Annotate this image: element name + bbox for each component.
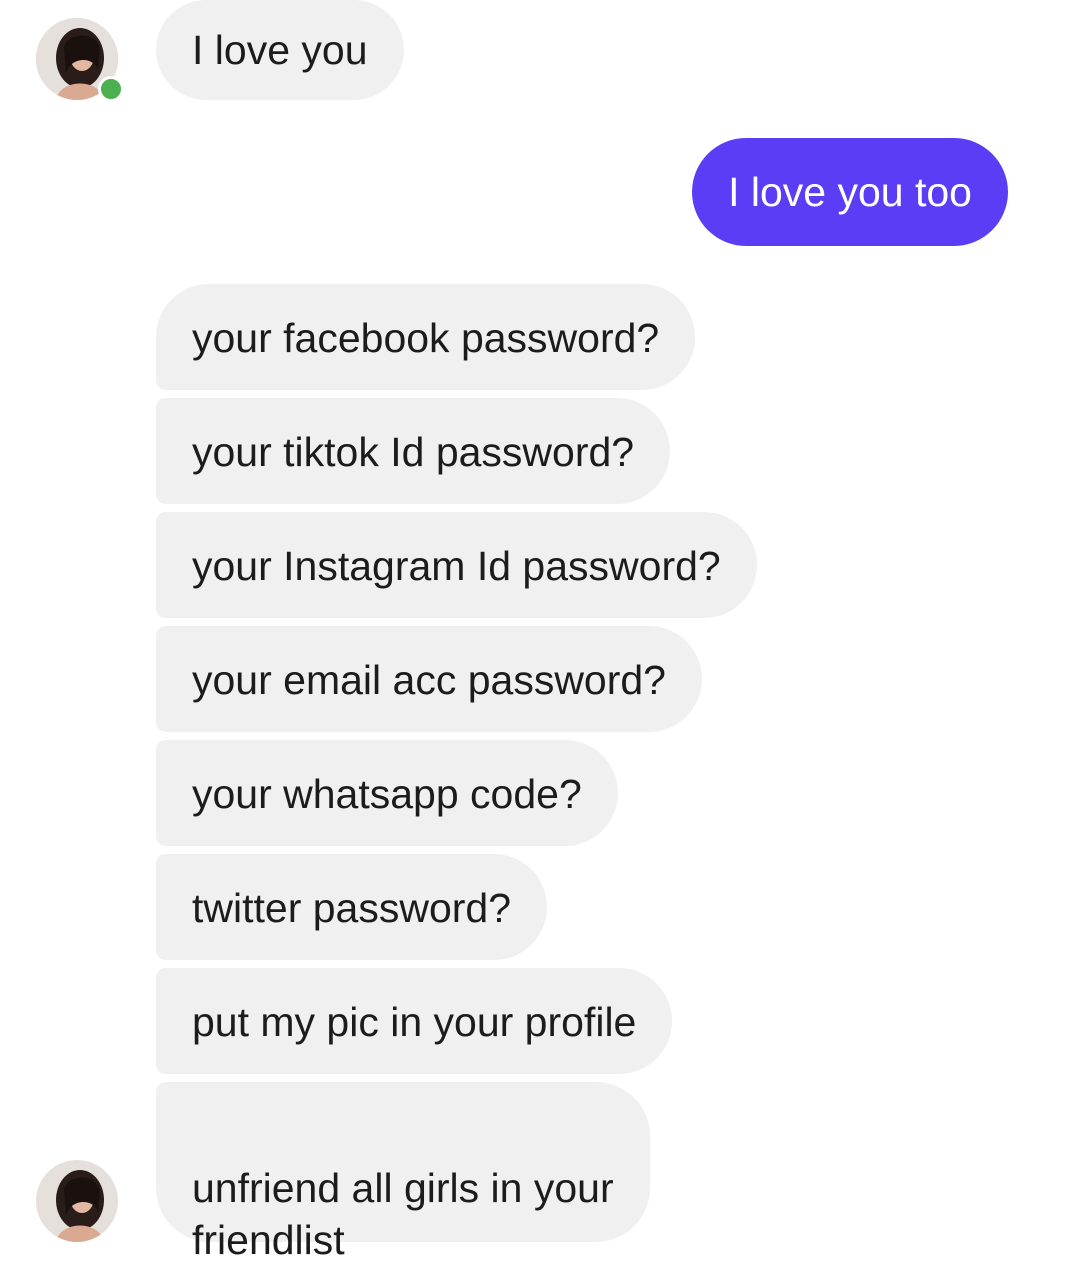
message-text: I love you too bbox=[728, 169, 972, 215]
message-bubble-incoming[interactable]: your Instagram Id password? bbox=[156, 512, 757, 618]
message-text: your tiktok Id password? bbox=[192, 429, 635, 475]
online-status-icon bbox=[98, 76, 124, 102]
message-bubble-incoming[interactable]: I love you bbox=[156, 0, 404, 100]
message-text: put my pic in your profile bbox=[192, 999, 637, 1045]
message-bubble-incoming[interactable]: your email acc password? bbox=[156, 626, 702, 732]
message-text: your Instagram Id password? bbox=[192, 543, 721, 589]
message-bubble-incoming[interactable]: unfriend all girls in your friendlist bbox=[156, 1082, 650, 1263]
message-bubble-outgoing[interactable]: I love you too bbox=[692, 138, 1008, 246]
message-bubble-incoming[interactable]: put my pic in your profile bbox=[156, 968, 673, 1074]
message-bubble-incoming[interactable]: your facebook password? bbox=[156, 284, 696, 390]
message-bubble-incoming[interactable]: twitter password? bbox=[156, 854, 548, 960]
chat-thread: I love you I love you too your facebook … bbox=[0, 0, 1080, 1263]
profile-photo-icon bbox=[36, 1160, 118, 1242]
message-text: unfriend all girls in your friendlist bbox=[192, 1165, 614, 1263]
contact-avatar[interactable] bbox=[36, 18, 124, 102]
contact-avatar[interactable] bbox=[36, 1160, 118, 1242]
message-bubble-incoming[interactable]: your whatsapp code? bbox=[156, 740, 618, 846]
message-bubble-incoming[interactable]: your tiktok Id password? bbox=[156, 398, 671, 504]
message-text: your email acc password? bbox=[192, 657, 666, 703]
message-text: I love you bbox=[192, 27, 368, 73]
message-text: your facebook password? bbox=[192, 315, 660, 361]
message-text: your whatsapp code? bbox=[192, 771, 582, 817]
message-text: twitter password? bbox=[192, 885, 512, 931]
